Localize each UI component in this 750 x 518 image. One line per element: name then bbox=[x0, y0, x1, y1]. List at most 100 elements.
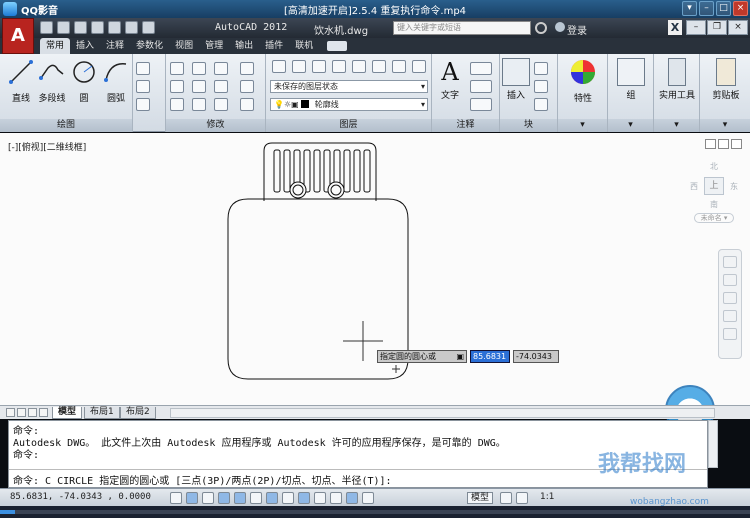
panel-draw-title[interactable]: 绘图 bbox=[0, 119, 132, 132]
progress-track[interactable] bbox=[0, 510, 750, 514]
qat-new-icon[interactable] bbox=[40, 21, 53, 34]
tab-view[interactable]: 视图 bbox=[169, 38, 199, 54]
circle-tool[interactable]: 圆 bbox=[68, 58, 100, 104]
player-maximize-icon[interactable]: □ bbox=[716, 1, 731, 16]
qat-print-icon[interactable] bbox=[108, 21, 121, 34]
dimension-icon[interactable] bbox=[470, 62, 492, 75]
table-icon[interactable] bbox=[470, 98, 492, 111]
tab-manage[interactable]: 管理 bbox=[199, 38, 229, 54]
layer-properties-icon[interactable] bbox=[272, 60, 286, 73]
panel-utilities-title[interactable]: ▾ bbox=[654, 119, 699, 132]
player-minimize-icon[interactable]: – bbox=[699, 1, 714, 16]
panel-block-title[interactable]: 块 bbox=[500, 119, 557, 132]
erase-icon[interactable] bbox=[240, 62, 254, 75]
layer-state-dropdown[interactable]: 未保存的图层状态 bbox=[270, 80, 428, 93]
tab-model[interactable]: 模型 bbox=[52, 407, 83, 419]
exchange-x-button[interactable]: X bbox=[668, 20, 682, 35]
application-menu-button[interactable]: A bbox=[2, 18, 34, 54]
login-link[interactable]: 登录 bbox=[567, 22, 587, 37]
utilities-tool[interactable]: 实用工具 bbox=[657, 58, 697, 101]
tab-home[interactable]: 常用 bbox=[40, 38, 71, 54]
copy-icon[interactable] bbox=[170, 80, 184, 93]
qat-saveas-icon[interactable] bbox=[91, 21, 104, 34]
panel-clipboard-title[interactable]: ▾ bbox=[700, 119, 750, 132]
layer-icon-8[interactable] bbox=[412, 60, 426, 73]
explode-icon[interactable] bbox=[240, 80, 254, 93]
player-close-icon[interactable]: × bbox=[733, 1, 748, 16]
trim-icon[interactable] bbox=[214, 62, 228, 75]
quick-view-layouts-icon[interactable] bbox=[500, 492, 512, 504]
search-icon[interactable] bbox=[535, 22, 547, 34]
layer-icon-7[interactable] bbox=[392, 60, 406, 73]
grid-display-icon[interactable] bbox=[186, 492, 198, 504]
layer-icon-3[interactable] bbox=[312, 60, 326, 73]
orbit-icon[interactable] bbox=[723, 310, 737, 322]
polyline-tool[interactable]: 多段线 bbox=[36, 58, 68, 104]
clipboard-tool[interactable]: 剪贴板 bbox=[706, 58, 746, 101]
showmotion-icon[interactable] bbox=[723, 328, 737, 340]
mirror-icon[interactable] bbox=[192, 80, 206, 93]
command-input[interactable]: 命令: C CIRCLE 指定圆的圆心或 [三点(3P)/两点(2P)/切点、切… bbox=[13, 472, 392, 487]
3d-osnap-icon[interactable] bbox=[250, 492, 262, 504]
text-tool[interactable]: A 文字 bbox=[434, 58, 466, 101]
snap-mode-icon[interactable] bbox=[170, 492, 182, 504]
dynamic-input-y[interactable]: -74.0343 bbox=[513, 350, 559, 363]
horizontal-scrollbar[interactable] bbox=[170, 408, 715, 418]
acad-minimize-icon[interactable]: – bbox=[686, 20, 706, 35]
arc-tool[interactable]: 圆弧 bbox=[100, 58, 132, 104]
current-layer-dropdown[interactable]: 💡☼▣ 轮廓线 bbox=[270, 98, 428, 111]
tab-layout1[interactable]: 布局1 bbox=[84, 407, 120, 419]
block-attribute-icon[interactable] bbox=[534, 98, 548, 111]
annotation-scale[interactable]: 1:1 bbox=[540, 492, 554, 502]
tab-plugins[interactable]: 插件 bbox=[259, 38, 289, 54]
panel-layers-title[interactable]: 图层 bbox=[266, 119, 431, 132]
coordinate-display[interactable]: 85.6831, -74.0343 , 0.0000 bbox=[10, 492, 151, 502]
qat-redo-icon[interactable] bbox=[142, 21, 155, 34]
move-icon[interactable] bbox=[170, 62, 184, 75]
tab-online[interactable]: 联机 bbox=[289, 38, 319, 54]
view-cube[interactable]: 北 西 东 上 南 未命名 ▾ bbox=[688, 155, 740, 223]
rotate-icon[interactable] bbox=[192, 62, 206, 75]
rectangle-icon[interactable] bbox=[136, 62, 150, 75]
layout-last-icon[interactable] bbox=[39, 408, 48, 417]
acad-restore-icon[interactable]: ❐ bbox=[707, 20, 727, 35]
ribbon-toggle-button[interactable] bbox=[327, 41, 348, 51]
quick-view-drawings-icon[interactable] bbox=[516, 492, 528, 504]
tab-output[interactable]: 输出 bbox=[229, 38, 259, 54]
layout-prev-icon[interactable] bbox=[17, 408, 26, 417]
ortho-mode-icon[interactable] bbox=[202, 492, 214, 504]
tab-annotate[interactable]: 注释 bbox=[100, 38, 130, 54]
steering-wheel-icon[interactable] bbox=[723, 256, 737, 268]
hatch-icon[interactable] bbox=[136, 98, 150, 111]
pan-icon[interactable] bbox=[723, 274, 737, 286]
selection-cycling-icon[interactable] bbox=[362, 492, 374, 504]
layer-icon-5[interactable] bbox=[352, 60, 366, 73]
multileader-icon[interactable] bbox=[470, 80, 492, 93]
object-snap-tracking-icon[interactable] bbox=[266, 492, 278, 504]
stretch-icon[interactable] bbox=[170, 98, 184, 111]
player-menu-icon[interactable]: ▾ bbox=[682, 1, 697, 16]
panel-annotation-title[interactable]: 注释 bbox=[432, 119, 499, 132]
acad-close-icon[interactable]: × bbox=[728, 20, 748, 35]
search-input[interactable]: 键入关键字或短语 bbox=[393, 21, 531, 35]
dynamic-input-x[interactable]: 85.6831 bbox=[470, 350, 510, 363]
cube-top-face[interactable]: 上 bbox=[704, 177, 724, 195]
layer-icon-2[interactable] bbox=[292, 60, 306, 73]
model-space-button[interactable]: 模型 bbox=[467, 492, 494, 504]
array-icon[interactable] bbox=[214, 98, 228, 111]
drawing-area[interactable]: [-][俯视][二维线框] 北 西 东 上 南 未命名 ▾ 指定圆的圆心或 ▣ … bbox=[0, 133, 750, 435]
panel-properties-title[interactable]: ▾ bbox=[558, 119, 607, 132]
insert-block-tool[interactable]: 插入 bbox=[500, 58, 532, 101]
fillet-icon[interactable] bbox=[214, 80, 228, 93]
dynamic-options-icon[interactable]: ▣ bbox=[456, 351, 464, 362]
scale-icon[interactable] bbox=[192, 98, 206, 111]
dynamic-input-icon[interactable] bbox=[298, 492, 310, 504]
transparency-icon[interactable] bbox=[330, 492, 342, 504]
qat-save-icon[interactable] bbox=[74, 21, 87, 34]
wcs-menu[interactable]: 未命名 ▾ bbox=[694, 213, 734, 223]
line-tool[interactable]: 直线 bbox=[5, 58, 37, 104]
lineweight-icon[interactable] bbox=[314, 492, 326, 504]
layout-next-icon[interactable] bbox=[28, 408, 37, 417]
dynamic-ucs-icon[interactable] bbox=[282, 492, 294, 504]
zoom-icon[interactable] bbox=[723, 292, 737, 304]
